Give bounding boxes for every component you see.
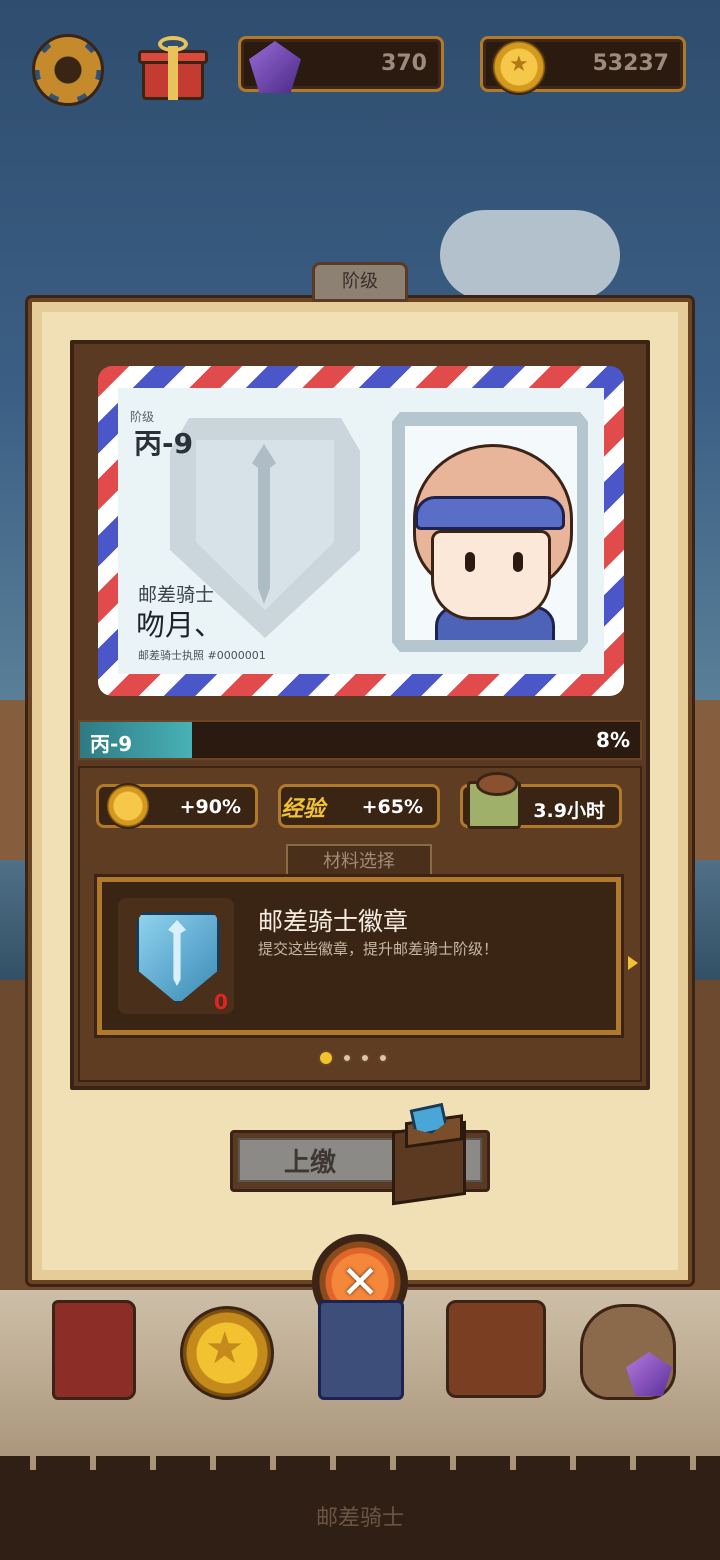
coin-bonus: +90%: [96, 783, 258, 829]
license-number: 邮差骑士执照 #0000001: [138, 649, 266, 662]
time-bonus: 3.9小时: [460, 772, 622, 829]
page-dot[interactable]: [342, 1053, 352, 1063]
material-count: 0: [214, 990, 228, 1014]
gift-icon[interactable]: [138, 36, 208, 102]
satchel-icon[interactable]: [446, 1300, 546, 1398]
page-indicator: [318, 1050, 388, 1066]
gear-icon[interactable]: [32, 34, 104, 106]
coin-count: 53237: [592, 51, 669, 76]
exp-bonus-value: +65%: [361, 796, 423, 818]
bottom-title: 邮差骑士: [315, 1506, 404, 1531]
page-dot[interactable]: [360, 1053, 370, 1063]
gem-count: 370: [381, 51, 427, 76]
page-dot[interactable]: [378, 1053, 388, 1063]
submit-box-icon: [392, 1120, 466, 1206]
progress-percent: 8%: [596, 728, 630, 752]
gem-icon: [249, 41, 301, 93]
player-name: 吻月、: [136, 608, 224, 642]
gem-counter[interactable]: 370: [238, 36, 444, 93]
journal-book-icon[interactable]: [52, 1300, 136, 1400]
coin-icon: [491, 39, 547, 95]
page-dot[interactable]: [318, 1050, 334, 1066]
coin-bonus-value: +90%: [179, 796, 241, 818]
panel-title: 阶级: [312, 262, 408, 302]
coin-counter[interactable]: 53237: [480, 36, 686, 95]
coin-icon: [105, 783, 151, 829]
cloud: [440, 210, 620, 300]
knight-card-icon[interactable]: [318, 1300, 404, 1400]
star-coin-icon[interactable]: [180, 1306, 274, 1400]
exp-label: 经验: [281, 797, 326, 822]
exp-bonus: 经验 +65%: [278, 784, 440, 828]
submit-label: 上缴: [284, 1148, 337, 1178]
material-description: 提交这些徽章，提升邮差骑士阶级！: [258, 940, 499, 958]
progress-rank-label: 丙-9: [90, 732, 133, 756]
avatar: [405, 426, 577, 640]
crate-icon: [467, 772, 521, 829]
time-bonus-value: 3.9小时: [533, 800, 605, 822]
next-arrow-icon[interactable]: [628, 956, 638, 970]
material-title: 邮差骑士徽章: [258, 907, 409, 936]
rank-value: 丙-9: [134, 427, 194, 460]
rank-progress-bar: 丙-9 8%: [78, 720, 642, 760]
